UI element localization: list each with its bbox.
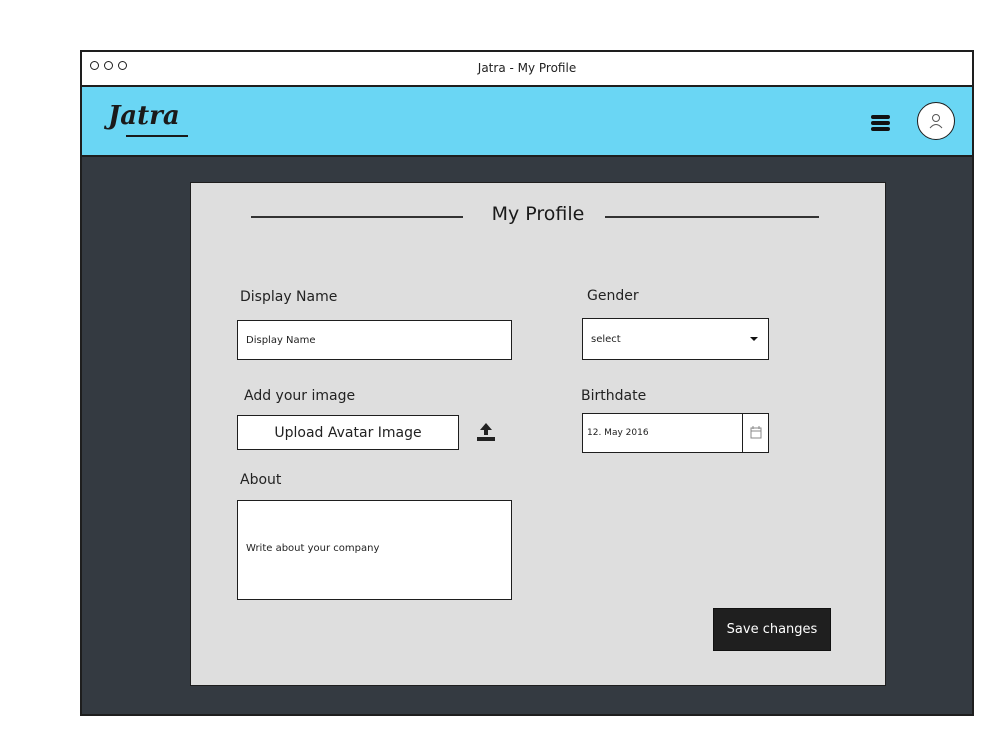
app-logo[interactable]: Jatra: [108, 101, 180, 131]
top-navbar: Jatra: [82, 87, 972, 157]
browser-window: Jatra - My Profile Jatra My Profile Disp…: [80, 50, 974, 716]
about-textarea[interactable]: Write about your company: [237, 500, 512, 600]
window-titlebar: Jatra - My Profile: [82, 52, 972, 87]
image-label: Add your image: [244, 388, 356, 404]
upload-avatar-button[interactable]: Upload Avatar Image: [237, 415, 459, 450]
birthdate-label: Birthdate: [581, 388, 647, 404]
save-changes-button[interactable]: Save changes: [713, 608, 831, 651]
user-avatar-icon[interactable]: [917, 102, 955, 140]
gender-select[interactable]: select: [582, 318, 769, 360]
calendar-icon[interactable]: [742, 414, 768, 452]
profile-card: My Profile Display Name Display Name Gen…: [190, 182, 886, 686]
display-name-placeholder: Display Name: [246, 334, 316, 346]
page-title: My Profile: [491, 203, 585, 225]
gender-selected-value: select: [591, 333, 621, 345]
chevron-down-icon: [750, 337, 758, 341]
title-divider-right: [605, 216, 819, 218]
about-placeholder: Write about your company: [246, 543, 380, 554]
about-label: About: [240, 472, 282, 488]
upload-icon[interactable]: [475, 421, 497, 443]
logo-underline: [126, 135, 188, 137]
birthdate-value: 12. May 2016: [587, 428, 649, 438]
display-name-label: Display Name: [240, 289, 338, 305]
birthdate-field[interactable]: 12. May 2016: [582, 413, 769, 453]
display-name-field[interactable]: Display Name: [237, 320, 512, 360]
user-silhouette-icon: [929, 114, 943, 129]
hamburger-menu-icon[interactable]: [871, 115, 890, 131]
gender-label: Gender: [587, 288, 639, 304]
window-title: Jatra - My Profile: [477, 61, 577, 75]
